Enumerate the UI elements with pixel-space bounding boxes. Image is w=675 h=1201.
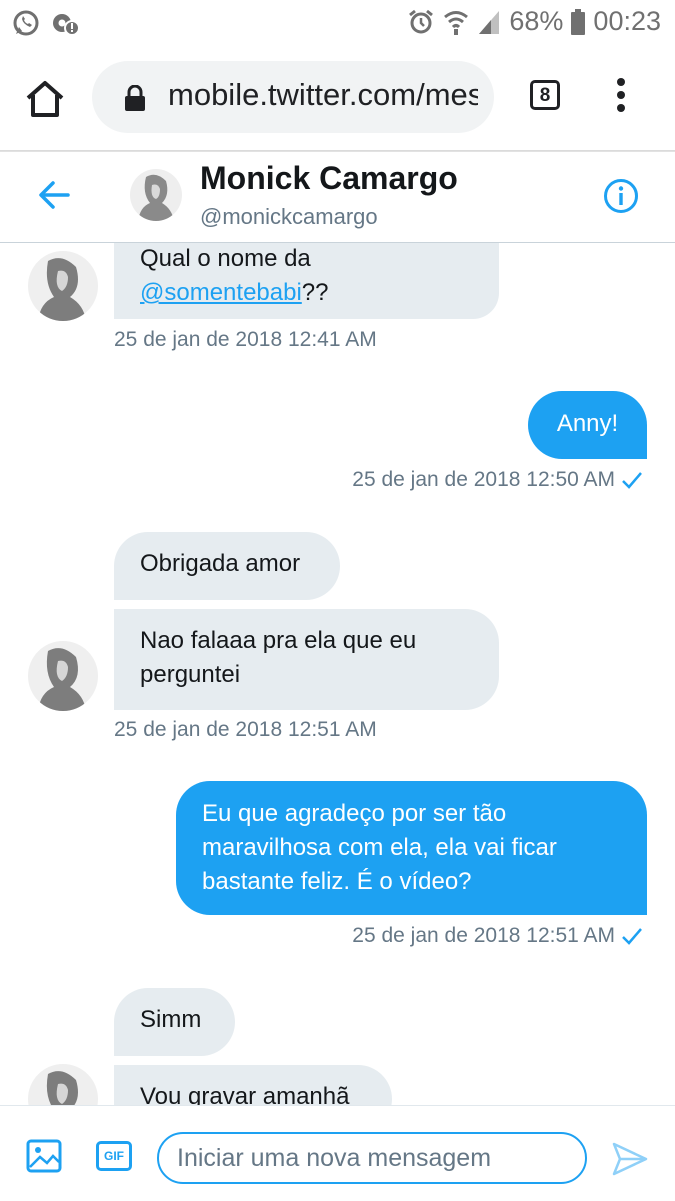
message-timestamp: 25 de jan de 2018 12:51 AM xyxy=(114,718,377,741)
message-text: Eu que agradeço por ser tão maravilhosa … xyxy=(202,800,557,895)
address-bar[interactable]: mobile.twitter.com/messages xyxy=(92,61,494,133)
system-status: 68% 00:23 xyxy=(407,6,661,37)
contact-handle: @monickcamargo xyxy=(200,204,378,229)
info-icon[interactable] xyxy=(603,178,639,214)
message-bubble-incoming[interactable]: Qual o nome da @somentebabi?? xyxy=(114,243,499,319)
notification-icons xyxy=(12,9,80,37)
image-icon[interactable] xyxy=(26,1138,62,1174)
avatar[interactable] xyxy=(28,1064,98,1105)
message-text: Obrigada amor xyxy=(140,550,301,577)
browser-toolbar: mobile.twitter.com/messages 8 xyxy=(0,48,675,150)
send-icon[interactable] xyxy=(612,1142,648,1176)
message-input[interactable] xyxy=(157,1132,587,1184)
battery-percent: 68% xyxy=(509,6,564,36)
message-bubble-incoming[interactable]: Vou gravar amanhã xyxy=(114,1065,392,1105)
url-text[interactable]: mobile.twitter.com/messages xyxy=(168,77,478,113)
message-timestamp: 25 de jan de 2018 12:50 AM xyxy=(352,468,615,491)
message-list[interactable]: Qual o nome da @somentebabi?? 25 de jan d… xyxy=(0,243,675,1105)
clock: 00:23 xyxy=(593,6,661,36)
avatar[interactable] xyxy=(28,251,98,321)
avatar[interactable] xyxy=(28,641,98,711)
avatar[interactable] xyxy=(130,169,182,221)
checkmark-icon xyxy=(622,472,642,489)
message-timestamp: 25 de jan de 2018 12:51 AM xyxy=(352,924,615,947)
message-bubble-incoming[interactable]: Simm xyxy=(114,988,235,1056)
overflow-menu-icon[interactable] xyxy=(614,78,628,118)
message-bubble-incoming[interactable]: Nao falaaa pra ela que eu perguntei xyxy=(114,609,499,710)
whatsapp-icon xyxy=(13,10,39,36)
message-text: Vou gravar amanhã xyxy=(140,1083,350,1105)
checkmark-icon xyxy=(622,928,642,945)
gif-button[interactable]: GIF xyxy=(96,1141,132,1171)
contact-name[interactable]: Monick Camargo xyxy=(200,160,458,197)
message-bubble-outgoing[interactable]: Anny! xyxy=(528,391,647,459)
message-timestamp-row: 25 de jan de 2018 12:51 AM xyxy=(352,924,643,948)
tab-switcher-button[interactable]: 8 xyxy=(530,80,560,110)
lock-icon xyxy=(125,85,145,111)
message-timestamp: 25 de jan de 2018 12:41 AM xyxy=(114,328,377,351)
message-timestamp-row: 25 de jan de 2018 12:50 AM xyxy=(352,468,643,492)
message-bubble-outgoing[interactable]: Eu que agradeço por ser tão maravilhosa … xyxy=(176,781,647,915)
battery-icon xyxy=(571,8,586,35)
message-text-part: ?? xyxy=(301,279,329,306)
signal-icon xyxy=(479,10,500,34)
settings-alert-icon xyxy=(53,14,80,36)
message-text: Qual o nome da @somentebabi?? xyxy=(140,243,473,310)
alarm-icon xyxy=(409,9,434,33)
wifi-icon xyxy=(444,10,469,35)
message-text-part: Qual o nome da xyxy=(140,245,311,272)
back-arrow-icon[interactable] xyxy=(38,178,72,212)
message-text: Anny! xyxy=(556,410,619,437)
message-text: Simm xyxy=(140,1006,202,1033)
home-icon[interactable] xyxy=(24,78,66,120)
conversation-header: Monick Camargo @monickcamargo xyxy=(0,152,675,243)
message-bubble-incoming[interactable]: Obrigada amor xyxy=(114,532,340,600)
message-text: Nao falaaa pra ela que eu perguntei xyxy=(140,627,417,688)
mention-link[interactable]: @somentebabi xyxy=(140,279,302,306)
status-bar: 68% 00:23 xyxy=(0,0,675,48)
message-composer: GIF xyxy=(0,1105,675,1201)
